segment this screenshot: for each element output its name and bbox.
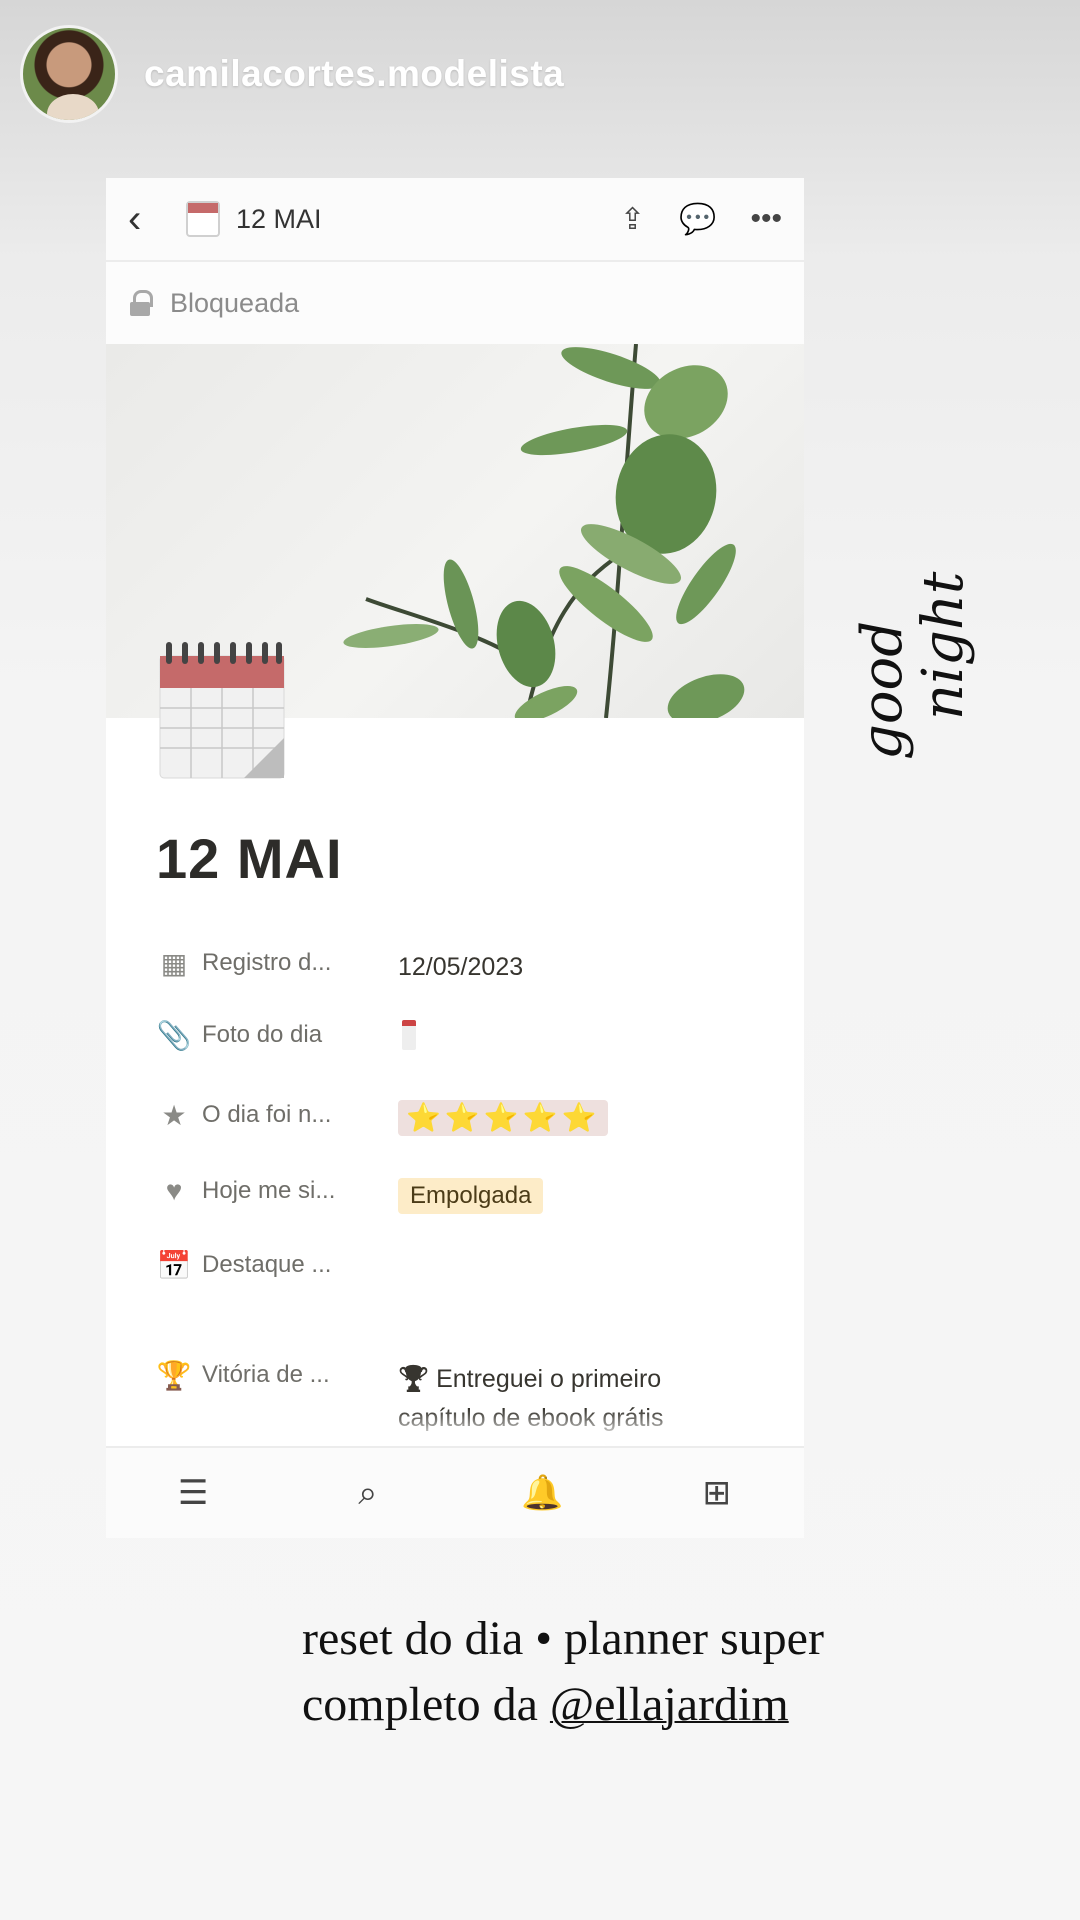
- add-icon[interactable]: ⊞: [687, 1473, 747, 1513]
- caption-prefix: completo da: [302, 1678, 550, 1731]
- property-row-rating[interactable]: ★ O dia foi n... ⭐⭐⭐⭐⭐: [156, 1100, 776, 1176]
- back-chevron-icon[interactable]: ‹: [128, 199, 168, 239]
- trophy-icon: 🏆: [156, 1359, 192, 1391]
- property-key: Registro d...: [202, 949, 332, 976]
- property-value-victory[interactable]: 🏆 Entreguei o primeiro capítulo de ebook…: [398, 1360, 708, 1442]
- property-key: Vitória de ...: [202, 1361, 330, 1388]
- property-key: Hoje me si...: [202, 1177, 336, 1204]
- property-row-mood[interactable]: ♥ Hoje me si... Empolgada: [156, 1175, 776, 1250]
- comment-icon[interactable]: 💬: [679, 202, 716, 237]
- mood-tag[interactable]: Empolgada: [398, 1178, 544, 1214]
- caption-line-1: reset do dia • planner super: [302, 1612, 824, 1665]
- mention-link[interactable]: @ellajardim: [550, 1678, 789, 1731]
- star-icon: ★: [161, 1099, 187, 1131]
- paperclip-icon: 📎: [156, 1019, 192, 1051]
- list-icon[interactable]: ☰: [163, 1473, 223, 1513]
- property-row-registro[interactable]: ▦ Registro d... 12/05/2023: [156, 948, 776, 1020]
- property-key: O dia foi n...: [202, 1101, 332, 1128]
- property-key: Destaque ...: [202, 1251, 332, 1278]
- calendar-grid-icon: ▦: [160, 947, 188, 979]
- good-night-sticker: good night: [850, 572, 976, 760]
- handwriting-line-2: night: [911, 571, 976, 720]
- property-key: Foto do dia: [202, 1021, 323, 1048]
- calendar-icon: 📅: [156, 1249, 192, 1281]
- more-options-icon[interactable]: •••: [750, 202, 782, 236]
- calendar-page-icon: [186, 201, 220, 237]
- story-username[interactable]: camilacortes.modelista: [144, 53, 564, 95]
- photo-thumbnail[interactable]: [402, 1020, 416, 1050]
- top-navigation-bar: ‹ 12 MAI ⇪ 💬 •••: [106, 178, 804, 262]
- property-row-foto[interactable]: 📎 Foto do dia: [156, 1020, 776, 1100]
- lock-status-label: Bloqueada: [170, 287, 300, 318]
- calendar-emoji-icon[interactable]: [158, 638, 286, 780]
- notion-page-screenshot: ‹ 12 MAI ⇪ 💬 ••• Bloqueada 12 MAI ▦ Regi…: [106, 178, 804, 1538]
- property-row-destaque[interactable]: 📅 Destaque ...: [156, 1250, 776, 1360]
- bell-icon[interactable]: 🔔: [512, 1473, 572, 1513]
- handwriting-line-1: good: [850, 620, 915, 760]
- lock-status-bar[interactable]: Bloqueada: [106, 262, 804, 344]
- page-title: 12 MAI: [156, 827, 343, 890]
- topbar-page-title: 12 MAI: [236, 203, 322, 234]
- avatar[interactable]: [20, 25, 118, 123]
- caption-line-2: completo da @ellajardim: [302, 1672, 824, 1738]
- share-icon[interactable]: ⇪: [620, 202, 645, 237]
- story-caption: reset do dia • planner super completo da…: [302, 1606, 824, 1738]
- rating-stars-tag[interactable]: ⭐⭐⭐⭐⭐: [398, 1100, 609, 1136]
- topbar-actions: ⇪ 💬 •••: [620, 202, 782, 237]
- lock-icon: [130, 290, 153, 316]
- property-value-date[interactable]: 12/05/2023: [398, 948, 523, 987]
- bottom-navigation-bar: ☰ ⌕ 🔔 ⊞: [106, 1446, 804, 1538]
- property-row-vitoria[interactable]: 🏆 Vitória de ... 🏆 Entreguei o primeiro …: [156, 1360, 776, 1442]
- property-value-photo[interactable]: [398, 1020, 416, 1062]
- story-header: camilacortes.modelista: [20, 24, 564, 124]
- search-icon[interactable]: ⌕: [338, 1474, 398, 1513]
- properties-list: ▦ Registro d... 12/05/2023 📎 Foto do dia…: [156, 948, 776, 1442]
- heart-icon: ♥: [165, 1175, 183, 1206]
